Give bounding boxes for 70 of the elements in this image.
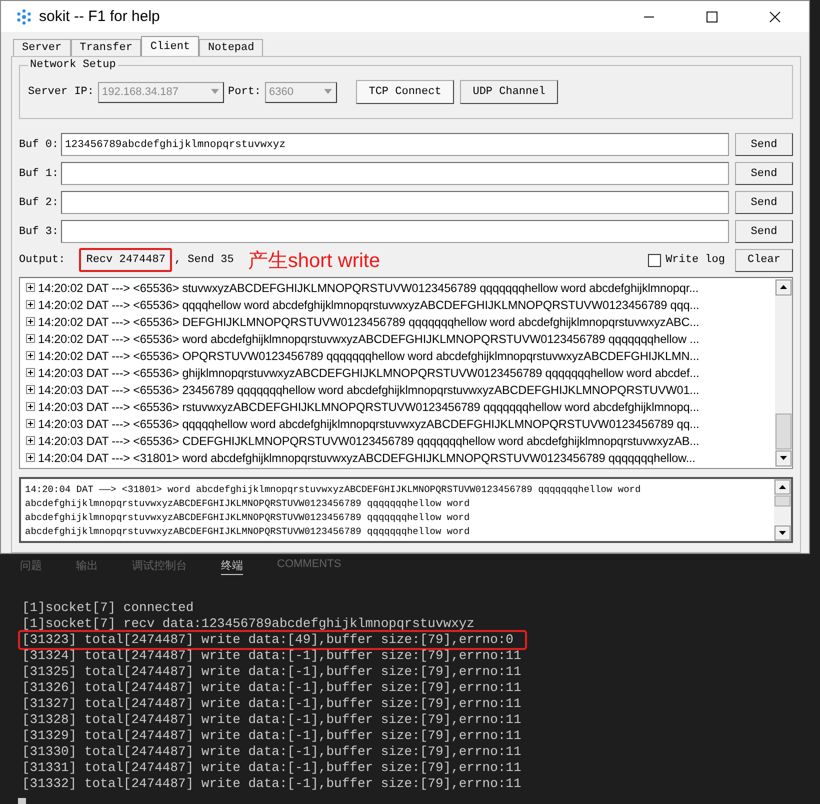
send-button[interactable]: Send bbox=[735, 191, 793, 214]
expand-icon[interactable] bbox=[26, 385, 35, 394]
expand-icon[interactable] bbox=[26, 419, 35, 428]
field-label: Buf 3: bbox=[19, 226, 57, 238]
log-entry[interactable]: 14:20:04 DAT ---> <31801> word abcdefghijklmnopqrstuvwxyzABCDEFGHIJKLMNOPQRSTUVW0123456789 qqqqqqqhellow... bbox=[38, 450, 696, 464]
log-entry[interactable]: 14:20:03 DAT ---> <65536> rstuvwxyzABCDEFGHIJKLMNOPQRSTUVW0123456789 qqqqqqqhellow word abcdefghijklmnopq... bbox=[38, 400, 700, 414]
expand-icon[interactable] bbox=[26, 300, 35, 309]
field-label: Port: bbox=[228, 86, 262, 98]
terminal-line: [31331] total[2474487] write data:[-1],buffer size:[79],errno:11 bbox=[21, 759, 522, 777]
group-title: Network Setup bbox=[28, 59, 118, 71]
field-label: Server IP: bbox=[28, 86, 94, 98]
send-button[interactable]: Send bbox=[735, 133, 793, 156]
tab[interactable]: Notepad bbox=[199, 39, 264, 56]
expand-icon[interactable] bbox=[26, 368, 35, 377]
expand-icon[interactable] bbox=[26, 283, 35, 292]
log-entry[interactable]: 14:20:03 DAT ---> <65536> qqqqqhellow word abcdefghijklmnopqrstuvwxyzABCDEFGHIJKLMNOPQRSTUVW0123456789 qq... bbox=[38, 416, 700, 430]
input-field[interactable] bbox=[61, 191, 729, 214]
scrollbar[interactable] bbox=[774, 479, 791, 541]
detail-line: 14:20:04 DAT ——> <31801> word abcdefghijklmnopqrstuvwxyzABCDEFGHIJKLMNOPQRSTUVW0123456789 qqqqqqqhellow word bbox=[25, 483, 642, 497]
terminal-line: [31327] total[2474487] write data:[-1],buffer size:[79],errno:11 bbox=[21, 695, 522, 713]
tab[interactable]: Transfer bbox=[70, 39, 142, 56]
log-entry[interactable]: 14:20:02 DAT ---> <65536> DEFGHIJKLMNOPQRSTUVW0123456789 qqqqqqqhellow word abcdefghijklmnopqrstuvwxyzABC... bbox=[38, 314, 700, 328]
terminal-line: [31326] total[2474487] write data:[-1],buffer size:[79],errno:11 bbox=[21, 679, 522, 697]
tab[interactable]: Client bbox=[141, 36, 200, 56]
log-entry[interactable]: 14:20:02 DAT ---> <65536> OPQRSTUVW0123456789 qqqqqqqhellow word abcdefghijklmnopqrstuvwxyzABCDEFGHIJKLMN... bbox=[38, 348, 700, 362]
window-title: sokit -- F1 for help bbox=[39, 8, 160, 25]
log-entry[interactable]: 14:20:03 DAT ---> <65536> ghijklmnopqrstuvwxyzABCDEFGHIJKLMNOPQRSTUVW0123456789 qqqqqqqhellow word abcdef... bbox=[38, 366, 700, 380]
input-field[interactable]: 123456789abcdefghijklmnopqrstuvwxyz bbox=[61, 133, 729, 156]
log-entry[interactable]: 14:20:03 DAT ---> <65536> CDEFGHIJKLMNOPQRSTUVW0123456789 qqqqqqqhellow word abcdefghijklmnopqrstuvwxyzAB... bbox=[38, 434, 700, 448]
log-entry[interactable]: 14:20:02 DAT ---> <65536> word abcdefghijklmnopqrstuvwxyzABCDEFGHIJKLMNOPQRSTUVW0123456789 qqqqqqqhellow ... bbox=[38, 332, 700, 346]
scrollbar[interactable] bbox=[775, 279, 792, 467]
checkbox-label: Write log bbox=[666, 254, 725, 266]
terminal-line: [31328] total[2474487] write data:[-1],buffer size:[79],errno:11 bbox=[21, 711, 522, 729]
field-label: Output: bbox=[19, 254, 66, 266]
field-label: Buf 0: bbox=[19, 138, 57, 150]
expand-icon[interactable] bbox=[26, 402, 35, 411]
field-label: Buf 2: bbox=[19, 196, 57, 208]
maximize-icon[interactable] bbox=[706, 10, 718, 22]
terminal-line: [31330] total[2474487] write data:[-1],buffer size:[79],errno:11 bbox=[21, 743, 522, 761]
input-field[interactable] bbox=[61, 220, 729, 243]
log-entry[interactable]: 14:20:02 DAT ---> <65536> stuvwxyzABCDEFGHIJKLMNOPQRSTUVW0123456789 qqqqqqqhellow word abcdefghijklmnopqr... bbox=[38, 280, 699, 294]
expand-icon[interactable] bbox=[26, 334, 35, 343]
detail-line: abcdefghijklmnopqrstuvwxyzABCDEFGHIJKLMNOPQRSTUVW0123456789 qqqqqqqhellow word bbox=[25, 497, 471, 511]
terminal-line: [1]socket[7] connected bbox=[21, 599, 195, 617]
detail-line: abcdefghijklmnopqrstuvwxyzABCDEFGHIJKLMNOPQRSTUVW0123456789 qqqqqqqhellow word bbox=[25, 511, 471, 525]
terminal-line: [31329] total[2474487] write data:[-1],buffer size:[79],errno:11 bbox=[21, 727, 522, 745]
expand-icon[interactable] bbox=[26, 436, 35, 445]
snowflake-icon bbox=[15, 8, 33, 26]
clear-button[interactable]: Clear bbox=[735, 248, 793, 272]
checkbox[interactable] bbox=[648, 254, 661, 266]
recv-count: Recv 2474487 bbox=[79, 248, 172, 272]
send-count: , Send 35 bbox=[174, 254, 234, 266]
panel-tab[interactable]: 终端 bbox=[221, 558, 243, 575]
log-entry[interactable]: 14:20:02 DAT ---> <65536> qqqqhellow word abcdefghijklmnopqrstuvwxyzABCDEFGHIJKLMNOPQRSTUVW0123456789 qqq... bbox=[38, 298, 700, 312]
field-label: Buf 1: bbox=[19, 168, 57, 180]
close-icon[interactable] bbox=[769, 10, 781, 22]
tab[interactable]: Server bbox=[13, 39, 71, 56]
terminal-line: [1]socket[7] recv data:123456789abcdefghijklmnopqrstuvwxyz bbox=[21, 615, 476, 633]
expand-icon[interactable] bbox=[26, 317, 35, 326]
terminal-line: [31332] total[2474487] write data:[-1],buffer size:[79],errno:11 bbox=[21, 775, 522, 793]
send-button[interactable]: Send bbox=[735, 220, 793, 243]
expand-icon[interactable] bbox=[26, 351, 35, 360]
log-entry[interactable]: 14:20:03 DAT ---> <65536> 23456789 qqqqqqqhellow word abcdefghijklmnopqrstuvwxyzABCDEFGHIJKLMNOPQRSTUVW01... bbox=[38, 382, 700, 396]
terminal-line: [31324] total[2474487] write data:[-1],buffer size:[79],errno:11 bbox=[21, 647, 522, 665]
send-button[interactable]: Send bbox=[735, 162, 793, 185]
annotation-text: 产生short write bbox=[248, 248, 380, 274]
detail-line: abcdefghijklmnopqrstuvwxyzABCDEFGHIJKLMNOPQRSTUVW0123456789 qqqqqqqhellow word bbox=[25, 525, 471, 539]
input-field[interactable] bbox=[61, 162, 729, 185]
terminal-line: [31325] total[2474487] write data:[-1],buffer size:[79],errno:11 bbox=[21, 663, 522, 681]
expand-icon[interactable] bbox=[26, 453, 35, 462]
